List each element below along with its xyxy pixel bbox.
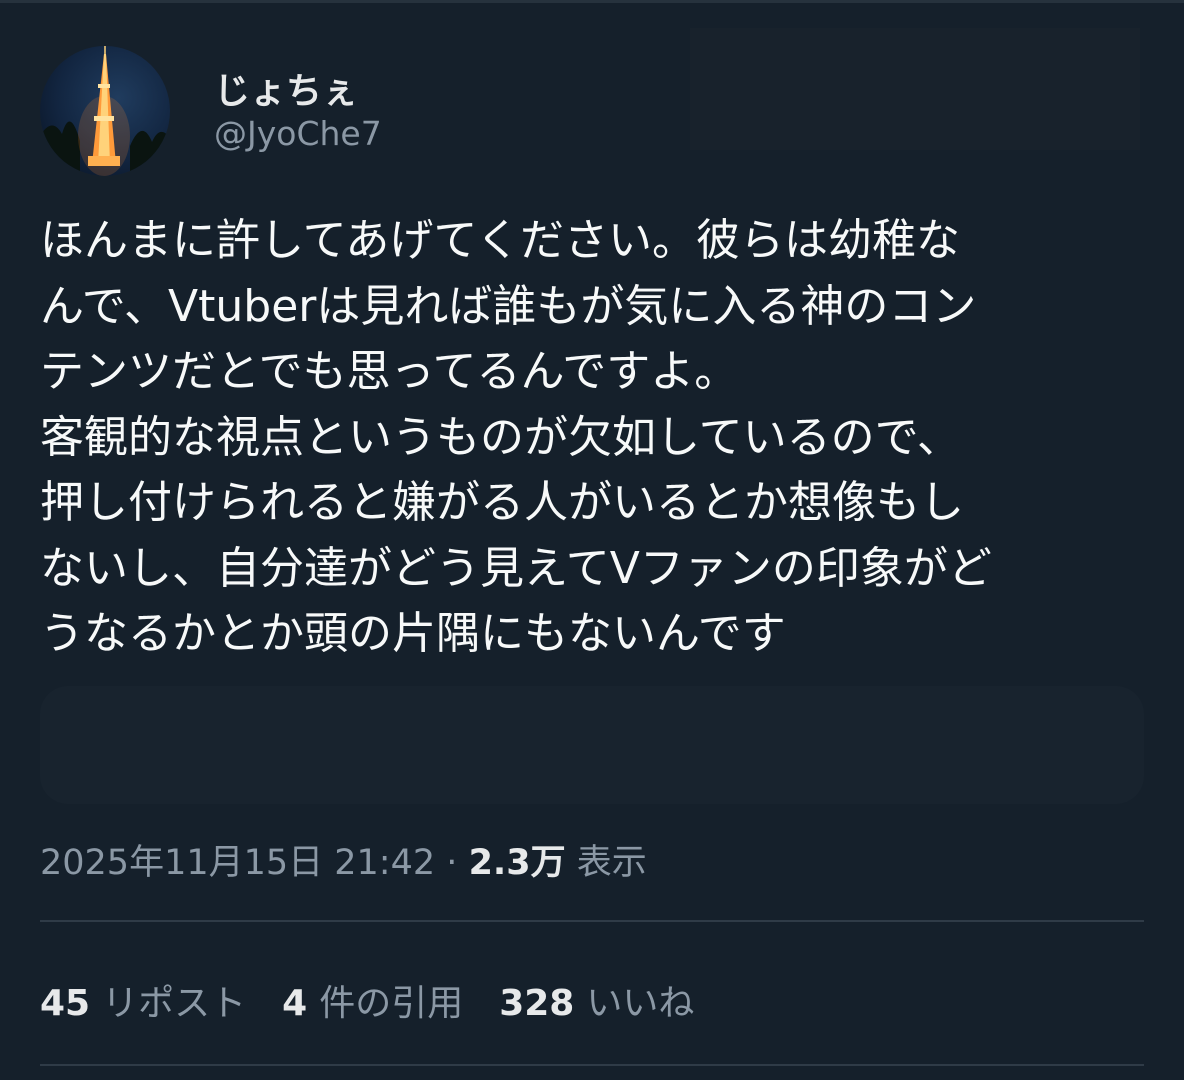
- quotes-stat[interactable]: 4 件の引用: [282, 974, 463, 1026]
- top-divider: [0, 0, 1184, 3]
- tweet-line: 客観的な視点というものが欠如しているので、: [40, 411, 961, 463]
- tokyo-tower-icon: [40, 46, 170, 176]
- redacted-area: [690, 28, 1140, 150]
- tweet-line: うなるかとか頭の片隅にもないんです: [40, 608, 786, 659]
- tweet-text: ほんまに許してあげてください。彼らは幼稚な んで、Vtuberは見れば誰もが気に…: [40, 208, 1150, 667]
- views-label: 表示: [576, 843, 647, 883]
- engagement-stats: 45 リポスト 4 件の引用 328 いいね: [40, 974, 730, 1026]
- tweet-meta: 2025年11月15日 21:42 · 2.3万 表示: [40, 834, 647, 885]
- user-handle[interactable]: @JyoChe7: [214, 114, 382, 153]
- tweet-line: ないし、自分達がどう見えてVファンの印象がど: [40, 542, 992, 594]
- stats-divider-bottom: [40, 1064, 1144, 1066]
- display-name[interactable]: じょちぇ: [214, 62, 358, 114]
- tweet-line: ほんまに許してあげてください。彼らは幼稚な: [40, 215, 961, 266]
- tweet-line: んで、Vtuberは見れば誰もが気に入る神のコン: [40, 280, 977, 332]
- likes-count: 328: [499, 983, 575, 1024]
- avatar[interactable]: [40, 46, 170, 176]
- quotes-count: 4: [282, 983, 308, 1024]
- timestamp[interactable]: 2025年11月15日 21:42: [40, 843, 435, 883]
- reposts-stat[interactable]: 45 リポスト: [40, 974, 246, 1026]
- reposts-count: 45: [40, 983, 91, 1024]
- meta-separator: ·: [446, 843, 458, 883]
- reposts-label: リポスト: [102, 983, 247, 1024]
- likes-stat[interactable]: 328 いいね: [499, 974, 694, 1026]
- views-count: 2.3万: [468, 843, 566, 883]
- likes-label: いいね: [586, 983, 695, 1024]
- tweet-line: テンツだとでも思ってるんですよ。: [40, 346, 739, 397]
- tweet-line: 押し付けられると嫌がる人がいるとか想像もし: [40, 477, 964, 528]
- stats-divider-top: [40, 920, 1144, 922]
- media-card-placeholder[interactable]: [40, 686, 1144, 804]
- quotes-label: 件の引用: [319, 983, 464, 1024]
